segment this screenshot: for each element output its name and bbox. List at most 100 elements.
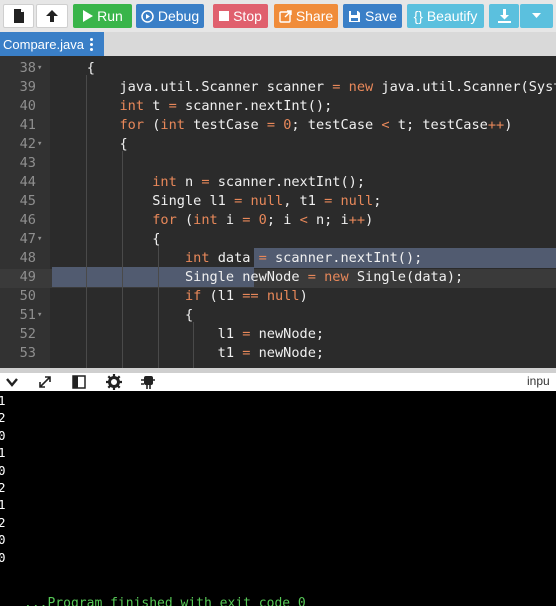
console-line: 2 xyxy=(0,410,6,426)
file-icon xyxy=(13,9,24,23)
code-line[interactable]: 41 for (int testCase = 0; testCase < t; … xyxy=(0,116,556,135)
code-line[interactable]: 44 int n = scanner.nextInt(); xyxy=(0,173,556,192)
stop-label: Stop xyxy=(233,8,262,24)
upload-button[interactable] xyxy=(36,4,68,28)
line-number: 44 xyxy=(19,174,36,190)
new-file-button[interactable] xyxy=(3,4,34,28)
debug-button[interactable]: Debug xyxy=(136,4,204,28)
line-number: 43 xyxy=(19,155,36,171)
download-icon xyxy=(497,9,511,23)
code-line[interactable]: 47 ▾ { xyxy=(0,230,556,249)
code-editor[interactable]: 38 ▾ {39 java.util.Scanner scanner = new … xyxy=(0,56,556,368)
line-number: 47 xyxy=(19,231,36,247)
caret-down-icon xyxy=(532,13,541,18)
line-number: 40 xyxy=(19,98,36,114)
code-text: if (l1 == null) xyxy=(184,288,308,304)
code-text: int n = scanner.nextInt(); xyxy=(152,174,366,190)
code-text: { xyxy=(54,231,161,247)
share-button[interactable]: Share xyxy=(274,4,338,28)
debug-label: Debug xyxy=(157,8,200,24)
line-number: 50 xyxy=(19,288,36,304)
input-tab-label[interactable]: inpu xyxy=(527,373,550,389)
download-button[interactable] xyxy=(489,4,519,28)
line-number: 39 xyxy=(19,79,36,95)
save-button[interactable]: Save xyxy=(343,4,402,28)
beautify-button[interactable]: {} Beautify xyxy=(407,4,484,28)
line-number: 41 xyxy=(19,117,36,133)
debug-icon[interactable] xyxy=(140,374,156,390)
run-label: Run xyxy=(97,8,123,24)
code-line[interactable]: 40 int t = scanner.nextInt(); xyxy=(0,97,556,116)
console-line: 2 xyxy=(0,514,6,530)
console-line: 2 xyxy=(0,480,6,495)
program-finished-message: ...Program finished with exit code 0 xyxy=(24,596,306,606)
code-line[interactable]: 45 Single l1 = null, t1 = null; xyxy=(0,192,556,211)
code-text: Single newNode = new Single(data); xyxy=(54,269,464,285)
code-text: { xyxy=(54,136,128,152)
code-line[interactable]: 42 ▾ { xyxy=(0,135,556,154)
upload-icon xyxy=(46,10,58,22)
console-line: 0 xyxy=(0,427,6,443)
line-number: 52 xyxy=(19,326,36,342)
code-line[interactable]: 48 int data = scanner.nextInt(); xyxy=(0,249,556,268)
code-line[interactable]: 46 for (int i = 0; i < n; i++) xyxy=(0,211,556,230)
code-text: { xyxy=(54,60,95,76)
console-line: 0 xyxy=(0,532,6,548)
fold-arrow-icon[interactable]: ▾ xyxy=(37,135,42,154)
download-dropdown-button[interactable] xyxy=(520,4,553,28)
console-line: 1 xyxy=(0,445,6,461)
code-text: { xyxy=(54,307,194,323)
file-tab-label: Compare.java xyxy=(3,36,84,52)
play-icon xyxy=(83,10,94,22)
share-label: Share xyxy=(295,8,334,24)
expand-icon[interactable] xyxy=(37,374,53,390)
line-number: 51 xyxy=(19,307,36,323)
file-tab[interactable]: Compare.java xyxy=(0,32,104,56)
code-line[interactable]: 43 xyxy=(0,154,556,173)
stop-icon xyxy=(219,11,230,21)
main-toolbar: Run Debug Stop Share Save {} Beautify xyxy=(0,0,556,32)
code-text: for (int i = 0; i < n; i++) xyxy=(152,212,374,228)
console-output[interactable]: 1201021200 ...Program finished with exit… xyxy=(0,391,556,606)
console-line: 1 xyxy=(0,393,6,408)
code-text: Single l1 = null, t1 = null; xyxy=(54,193,382,209)
line-number: 38 xyxy=(19,60,36,76)
code-text: l1 = newNode; xyxy=(54,326,325,342)
more-vertical-icon[interactable] xyxy=(89,37,93,51)
gear-icon[interactable] xyxy=(106,374,122,390)
code-line[interactable]: 53 t1 = newNode; xyxy=(0,344,556,363)
code-text: int data = scanner.nextInt(); xyxy=(184,250,423,266)
line-number: 49 xyxy=(19,269,36,285)
code-text: java.util.Scanner scanner = new java.uti… xyxy=(54,79,556,95)
fold-arrow-icon[interactable]: ▾ xyxy=(37,59,42,78)
fold-arrow-icon[interactable]: ▾ xyxy=(37,230,42,249)
code-line[interactable]: 49 Single newNode = new Single(data); xyxy=(0,268,556,287)
code-line[interactable]: 52 l1 = newNode; xyxy=(0,325,556,344)
line-number: 42 xyxy=(19,136,36,152)
code-line[interactable]: 51 ▾ { xyxy=(0,306,556,325)
chevron-down-icon[interactable] xyxy=(4,374,20,390)
beautify-label: {} Beautify xyxy=(413,8,478,24)
console-line: 0 xyxy=(0,549,6,565)
console-line: 1 xyxy=(0,497,6,513)
save-label: Save xyxy=(365,8,397,24)
line-number: 53 xyxy=(19,345,36,361)
line-number: 45 xyxy=(19,193,36,209)
debug-play-icon xyxy=(141,9,154,23)
stop-button[interactable]: Stop xyxy=(213,4,268,28)
code-text: int t = scanner.nextInt(); xyxy=(119,98,333,114)
console-line: 0 xyxy=(0,462,6,478)
line-number: 46 xyxy=(19,212,36,228)
code-line[interactable]: 50 if (l1 == null) xyxy=(0,287,556,306)
layout-icon[interactable] xyxy=(71,374,87,390)
share-icon xyxy=(279,9,292,23)
code-text: for (int testCase = 0; testCase < t; tes… xyxy=(119,117,513,133)
io-toolbar: inpu xyxy=(0,373,556,391)
code-text: t1 = newNode; xyxy=(54,345,325,361)
code-line[interactable]: 39 java.util.Scanner scanner = new java.… xyxy=(0,78,556,97)
run-button[interactable]: Run xyxy=(73,4,132,28)
code-line[interactable]: 38 ▾ { xyxy=(0,59,556,78)
save-icon xyxy=(349,10,361,22)
fold-arrow-icon[interactable]: ▾ xyxy=(37,306,42,325)
file-tab-bar: Compare.java xyxy=(0,32,556,56)
